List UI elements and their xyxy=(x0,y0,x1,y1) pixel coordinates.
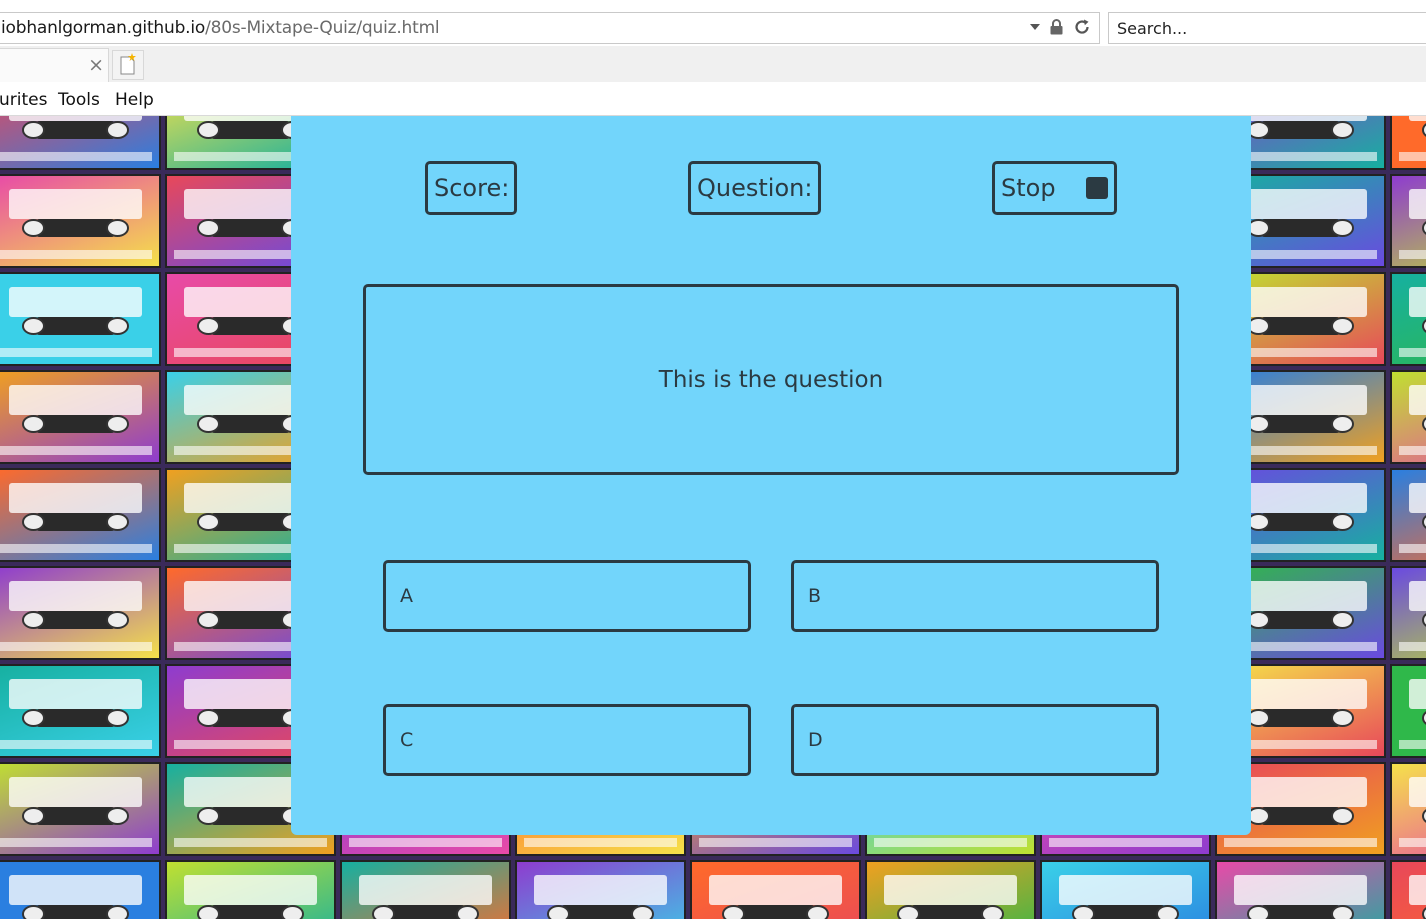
cassette-tape-image xyxy=(1040,860,1211,919)
cassette-tape-image xyxy=(1390,762,1426,856)
cassette-tape-image xyxy=(0,860,161,919)
cassette-tape-image xyxy=(0,174,161,268)
menu-help[interactable]: Help xyxy=(115,90,154,110)
answer-button-a[interactable]: A xyxy=(383,560,751,632)
lock-icon xyxy=(1050,19,1063,35)
cassette-tape-image xyxy=(0,762,161,856)
answer-label: B xyxy=(808,585,822,607)
menu-favourites[interactable]: urites xyxy=(0,90,47,110)
stop-button[interactable]: Stop xyxy=(992,161,1117,215)
cassette-tape-image xyxy=(1390,860,1426,919)
cassette-tape-image xyxy=(1215,860,1386,919)
cassette-tape-image xyxy=(1390,370,1426,464)
window-top-strip xyxy=(0,0,1426,12)
cassette-tape-image xyxy=(515,860,686,919)
cassette-tape-image xyxy=(0,468,161,562)
cassette-tape-image xyxy=(690,860,861,919)
score-box: Score: xyxy=(425,161,517,215)
cassette-tape-image xyxy=(1390,566,1426,660)
address-bar[interactable]: iobhanlgorman.github.io/80s-Mixtape-Quiz… xyxy=(0,12,1100,44)
url-text[interactable]: iobhanlgorman.github.io/80s-Mixtape-Quiz… xyxy=(0,18,440,38)
tab-strip: × xyxy=(0,46,1426,82)
answer-button-b[interactable]: B xyxy=(791,560,1159,632)
dropdown-arrow-icon[interactable] xyxy=(1030,24,1040,30)
cassette-tape-image xyxy=(1390,272,1426,366)
cassette-tape-image xyxy=(340,860,511,919)
question-counter-box: Question: xyxy=(688,161,821,215)
cassette-tape-image xyxy=(865,860,1036,919)
url-path: /80s-Mixtape-Quiz/quiz.html xyxy=(205,18,440,38)
quiz-panel: Score: Question: Stop This is the questi… xyxy=(291,116,1251,835)
refresh-icon[interactable] xyxy=(1073,18,1091,36)
question-box: This is the question xyxy=(363,284,1179,475)
answer-button-d[interactable]: D xyxy=(791,704,1159,776)
menu-bar: urites Tools Help xyxy=(0,82,1426,116)
cassette-tape-image xyxy=(1390,468,1426,562)
search-bar[interactable] xyxy=(1108,12,1426,44)
cassette-tape-image xyxy=(0,116,161,170)
answer-label: A xyxy=(400,585,413,607)
question-text: This is the question xyxy=(658,366,884,393)
cassette-tape-image xyxy=(0,272,161,366)
cassette-tape-image xyxy=(0,566,161,660)
stop-label: Stop xyxy=(1001,174,1056,202)
answer-label: D xyxy=(808,729,823,751)
stop-square-icon xyxy=(1086,177,1108,199)
answer-label: C xyxy=(400,729,414,751)
new-tab-icon xyxy=(120,53,136,75)
cassette-tape-image xyxy=(0,664,161,758)
cassette-tape-image xyxy=(1390,174,1426,268)
score-label: Score: xyxy=(434,174,510,202)
close-icon[interactable]: × xyxy=(88,55,104,75)
new-tab-button[interactable] xyxy=(112,50,144,80)
cassette-tape-image xyxy=(165,860,336,919)
browser-tab[interactable]: × xyxy=(0,48,109,82)
url-host: iobhanlgorman.github.io xyxy=(1,18,206,38)
cassette-tape-image xyxy=(1390,664,1426,758)
question-counter-label: Question: xyxy=(697,174,813,202)
cassette-tape-image xyxy=(1390,116,1426,170)
menu-tools[interactable]: Tools xyxy=(58,90,100,110)
search-input[interactable] xyxy=(1109,14,1417,42)
cassette-tape-image xyxy=(0,370,161,464)
answer-button-c[interactable]: C xyxy=(383,704,751,776)
